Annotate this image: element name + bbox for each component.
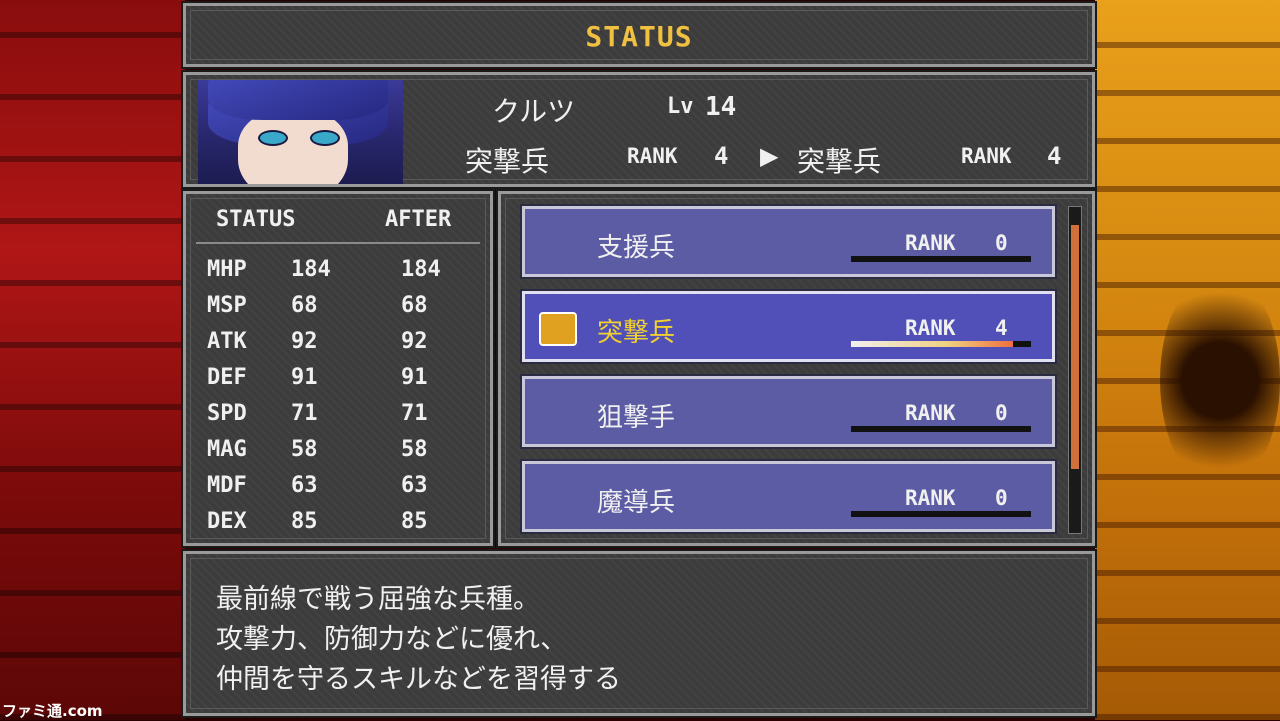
class-item[interactable]: 支援兵 RANK 0	[520, 204, 1057, 279]
watermark-logo: ファミ通.com	[2, 702, 103, 720]
new-class: 突撃兵	[797, 145, 882, 178]
stat-after-value: 68	[401, 293, 428, 318]
stat-row-mdf: MDF 63 63	[207, 473, 465, 503]
stat-after-value: 184	[401, 257, 441, 282]
stats-header-divider	[196, 242, 480, 244]
class-rank-value: 4	[995, 316, 1008, 340]
background-left-brick-wall	[0, 0, 185, 720]
level-label: Lv	[667, 94, 694, 119]
new-rank-value: 4	[1047, 142, 1062, 170]
description-line-3: 仲間を守るスキルなどを習得する	[216, 664, 621, 695]
stat-name: ATK	[207, 329, 247, 354]
stat-row-def: DEF 91 91	[207, 365, 465, 395]
background-splatter	[1160, 270, 1280, 490]
class-rank-label: RANK	[905, 231, 956, 255]
stat-row-dex: DEX 85 85	[207, 509, 465, 539]
stat-after-value: 58	[401, 437, 428, 462]
stat-value: 85	[291, 509, 318, 534]
character-portrait	[198, 80, 403, 184]
window-title: STATUS	[585, 20, 693, 53]
stat-after-value: 85	[401, 509, 428, 534]
class-name: 狙撃手	[597, 403, 676, 433]
title-panel: STATUS	[181, 1, 1097, 69]
class-item[interactable]: 突撃兵 RANK 4	[520, 289, 1057, 364]
description-line-2: 攻撃力、防御力などに優れ、	[216, 624, 568, 655]
stat-after-value: 63	[401, 473, 428, 498]
class-name: 魔導兵	[597, 488, 676, 518]
arrow-right-icon: ▶	[760, 142, 779, 170]
stat-name: DEF	[207, 365, 247, 390]
character-name: クルツ	[492, 95, 576, 128]
stat-row-mhp: MHP 184 184	[207, 257, 465, 287]
class-rank-value: 0	[995, 486, 1008, 510]
stat-value: 91	[291, 365, 318, 390]
class-item[interactable]: 狙撃手 RANK 0	[520, 374, 1057, 449]
stat-row-atk: ATK 92 92	[207, 329, 465, 359]
stat-after-value: 71	[401, 401, 428, 426]
class-rank-label: RANK	[905, 486, 956, 510]
class-rank-value: 0	[995, 401, 1008, 425]
stats-header-after: AFTER	[385, 207, 452, 232]
current-class: 突撃兵	[465, 145, 550, 178]
stat-after-value: 92	[401, 329, 428, 354]
class-name: 支援兵	[597, 233, 676, 263]
new-rank-label: RANK	[961, 144, 1012, 168]
stat-name: MSP	[207, 293, 247, 318]
description-line-1: 最前線で戦う屈強な兵種。	[216, 584, 540, 615]
stat-value: 184	[291, 257, 331, 282]
stat-name: MDF	[207, 473, 247, 498]
stat-value: 68	[291, 293, 318, 318]
stat-value: 63	[291, 473, 318, 498]
stat-after-value: 91	[401, 365, 428, 390]
stat-name: SPD	[207, 401, 247, 426]
class-rank-label: RANK	[905, 316, 956, 340]
class-rank-progress-bar	[851, 256, 1031, 262]
selection-cursor-icon	[539, 312, 577, 346]
scrollbar-thumb[interactable]	[1071, 225, 1079, 469]
class-rank-label: RANK	[905, 401, 956, 425]
class-rank-value: 0	[995, 231, 1008, 255]
class-name: 突撃兵	[597, 318, 676, 348]
stat-row-spd: SPD 71 71	[207, 401, 465, 431]
stat-value: 58	[291, 437, 318, 462]
stat-value: 71	[291, 401, 318, 426]
class-rank-progress-bar	[851, 511, 1031, 517]
stat-name: MAG	[207, 437, 247, 462]
stat-value: 92	[291, 329, 318, 354]
stat-name: MHP	[207, 257, 247, 282]
current-rank-label: RANK	[627, 144, 678, 168]
stat-name: DEX	[207, 509, 247, 534]
class-item[interactable]: 魔導兵 RANK 0	[520, 459, 1057, 534]
class-rank-progress-fill	[851, 341, 1013, 347]
stat-row-mag: MAG 58 58	[207, 437, 465, 467]
class-list-scrollbar[interactable]	[1068, 206, 1082, 534]
stats-header-status: STATUS	[216, 207, 296, 232]
level-value: 14	[705, 92, 737, 122]
stat-row-msp: MSP 68 68	[207, 293, 465, 323]
class-rank-progress-bar	[851, 426, 1031, 432]
class-rank-progress-bar	[851, 341, 1031, 347]
current-rank-value: 4	[714, 142, 729, 170]
